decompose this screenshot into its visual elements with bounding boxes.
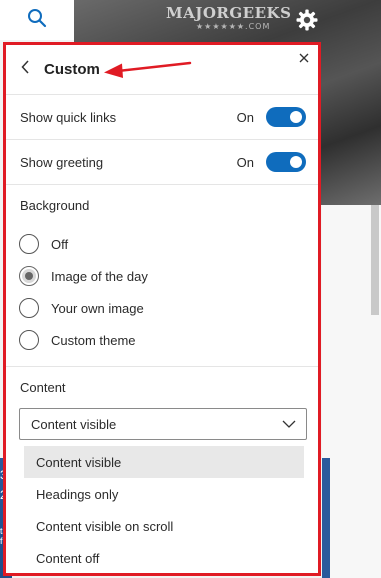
search-button[interactable] (0, 0, 74, 40)
quick-links-state: On (236, 109, 254, 125)
panel-title: Custom (44, 61, 100, 78)
content-option-off[interactable]: Content off (24, 542, 304, 573)
background-option-own-image[interactable]: Your own image (19, 298, 144, 318)
content-dropdown-value: Content visible (31, 416, 117, 432)
greeting-toggle-group: On (237, 152, 306, 172)
quick-links-label: Show quick links (20, 109, 117, 125)
greeting-row: Show greeting On (6, 140, 318, 185)
content-option-visible[interactable]: Content visible (24, 446, 304, 478)
greeting-label: Show greeting (20, 154, 104, 170)
content-heading: Content (20, 380, 66, 395)
chevron-down-icon (282, 415, 296, 433)
quick-links-row: Show quick links On (6, 95, 318, 140)
radio-label: Off (51, 236, 69, 252)
back-button[interactable] (18, 60, 32, 80)
red-arrow-icon (102, 57, 194, 84)
radio-button[interactable] (19, 298, 39, 318)
background-option-custom-theme[interactable]: Custom theme (19, 330, 136, 350)
greeting-state: On (236, 154, 254, 170)
background-option-off[interactable]: Off (19, 234, 68, 254)
chevron-left-icon (20, 60, 30, 79)
radio-label: Image of the day (51, 268, 148, 284)
greeting-toggle[interactable] (266, 152, 306, 172)
page-scrollbar[interactable] (371, 205, 379, 315)
radio-button[interactable] (19, 234, 39, 254)
content-option-headings-only[interactable]: Headings only (24, 478, 304, 510)
background-heading: Background (20, 198, 90, 213)
customize-panel: Custom Show quick links On Show greeting… (3, 42, 321, 576)
content-option-visible-on-scroll[interactable]: Content visible on scroll (24, 510, 304, 542)
radio-label: Custom theme (51, 332, 136, 348)
content-dropdown[interactable]: Content visible (19, 408, 307, 440)
content-dropdown-list: Content visible Headings only Content vi… (24, 446, 304, 573)
radio-button-selected[interactable] (19, 266, 39, 286)
watermark-logo: MAJORGEEKS (166, 4, 292, 22)
search-icon (27, 8, 47, 33)
settings-button[interactable] (293, 8, 321, 36)
radio-button[interactable] (19, 330, 39, 350)
section-divider (6, 366, 318, 367)
radio-label: Your own image (51, 300, 144, 316)
background-option-image-of-the-day[interactable]: Image of the day (19, 266, 148, 286)
quick-links-toggle[interactable] (266, 107, 306, 127)
news-card-edge-right (322, 458, 330, 578)
watermark-sub: ★★★★★★.COM (196, 22, 271, 31)
quick-links-toggle-group: On (237, 107, 306, 127)
gear-icon (295, 8, 319, 37)
